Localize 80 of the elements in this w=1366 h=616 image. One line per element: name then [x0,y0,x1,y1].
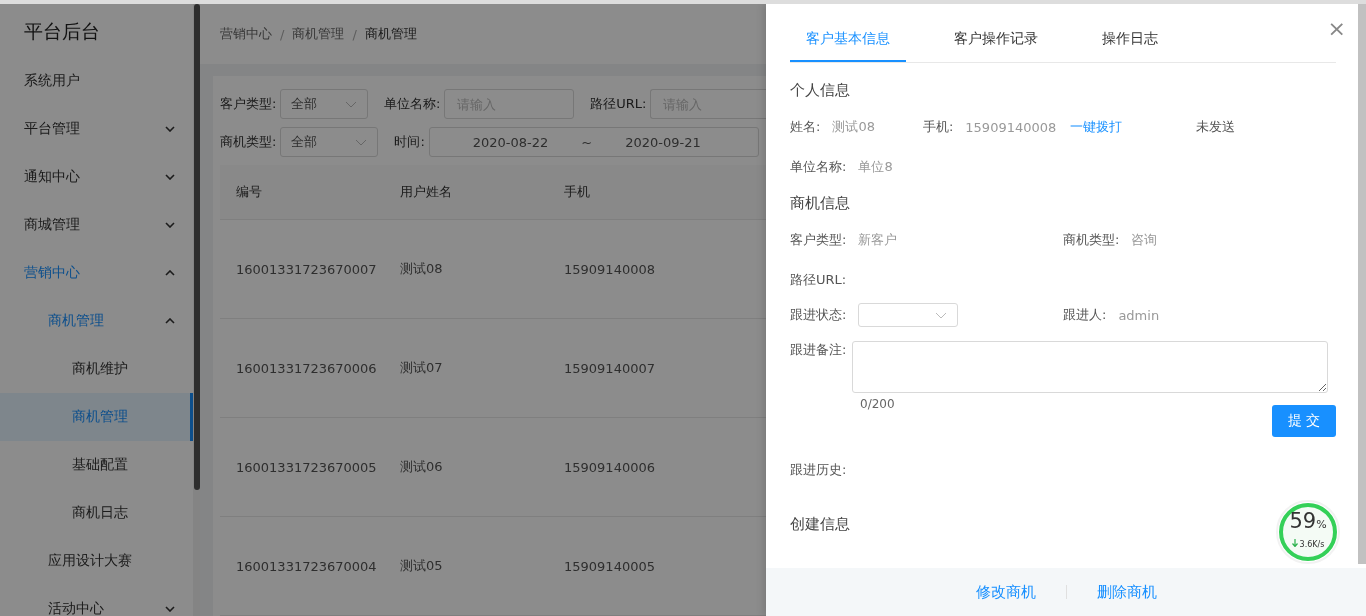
menu-item[interactable]: 平台管理 [0,105,193,153]
speed-reading: 3.6K/s [1299,540,1325,549]
menu-item[interactable]: 商机维护 [0,345,193,393]
table-cell: 测试06 [399,417,563,517]
field-value: 咨询 [1131,231,1158,249]
section-title: 创建信息 [790,515,850,534]
chevron-down-icon [165,222,175,228]
chevron-down-icon [165,126,175,132]
tab[interactable]: 操作日志 [1086,30,1174,62]
field-label: 姓名: [790,118,821,136]
menu-item[interactable]: 商城管理 [0,201,193,249]
select-field[interactable]: 全部 [280,127,379,157]
filter-label: 单位名称: [383,95,441,113]
chevron-up-icon [165,270,175,276]
menu-item[interactable]: 通知中心 [0,153,193,201]
filter-label: 路径URL: [590,95,647,113]
field-label: 路径URL: [790,271,847,289]
field-label: 手机: [922,118,954,136]
chevron-down-icon [935,311,948,319]
field-value: 15909140008 [965,119,1057,135]
menu-item[interactable]: 营销中心 [0,249,193,297]
tab[interactable]: 客户操作记录 [938,30,1054,62]
table-cell: 16001331723670006 [220,318,399,418]
field-label: 跟进人: [1063,306,1107,324]
table-cell: 测试05 [399,516,563,616]
date-range-field[interactable]: 2020-08-22 ~ 2020-09-21 [428,127,759,157]
tab[interactable]: 客户基本信息 [790,30,906,62]
table-cell: 16001331723670007 [220,219,399,319]
field-value: admin [1118,307,1160,323]
menu-item[interactable]: 活动中心 [0,585,193,616]
table-cell: 16001331723670004 [220,516,399,616]
filter-label: 客户类型: [220,95,277,113]
menu-item[interactable]: 商机日志 [0,489,193,537]
footer-link[interactable]: 修改商机 [969,581,1042,603]
submit-button[interactable]: 提 交 [1272,405,1336,437]
field-label: 商机类型: [1063,231,1120,249]
scrollbar-thumb[interactable] [1358,4,1366,564]
menu-item[interactable]: 商机管理 [0,393,193,441]
filter-label: 商机类型: [220,133,277,151]
table-cell: 16001331723670005 [220,417,399,517]
percent-reading: 59% [1288,511,1328,532]
select-field[interactable] [858,303,959,327]
table-cell: 测试08 [399,219,563,319]
section-title: 商机信息 [790,194,850,213]
footer-link[interactable]: 删除商机 [1090,581,1163,603]
field-value: 测试08 [832,118,875,136]
menu-item[interactable]: 商机管理 [0,297,193,345]
scrollbar-thumb[interactable] [194,4,200,490]
char-counter: 0/200 [860,397,896,411]
chevron-down-icon [165,174,175,180]
field-label: 客户类型: [790,231,847,249]
breadcrumb-separator: / [352,26,357,42]
menu-item[interactable]: 系统用户 [0,57,193,105]
field-label: 单位名称: [790,158,847,176]
close-button[interactable]: × [1327,18,1346,40]
menu-item[interactable]: 应用设计大赛 [0,537,193,585]
breadcrumb-item: 商机管理 [364,25,417,43]
field-value: 新客户 [858,231,898,249]
chevron-down-icon [165,606,175,612]
select-field[interactable]: 全部 [280,89,368,119]
menu-item[interactable]: 基础配置 [0,441,193,489]
breadcrumb-item[interactable]: 商机管理 [292,25,345,43]
chevron-up-icon [165,318,175,324]
field-label: 跟进备注: [790,341,847,359]
field-label: 跟进状态: [790,306,847,324]
down-arrow-icon [1291,539,1298,547]
gauge-ring-icon [1275,499,1341,565]
field-value: 单位8 [858,158,893,176]
filter-label: 时间: [394,133,425,151]
app-title: 平台后台 [23,19,101,44]
field-label: 跟进历史: [790,461,847,479]
section-title: 个人信息 [790,81,850,100]
chevron-down-icon [355,138,368,146]
note-field[interactable] [852,341,1329,393]
breadcrumb-separator: / [280,26,285,42]
call-link[interactable]: 一键拨打 [1070,118,1123,136]
table-cell: 测试07 [399,318,563,418]
send-status: 未发送 [1196,118,1236,136]
breadcrumb-item[interactable]: 营销中心 [220,25,272,43]
chevron-down-icon [344,100,357,108]
